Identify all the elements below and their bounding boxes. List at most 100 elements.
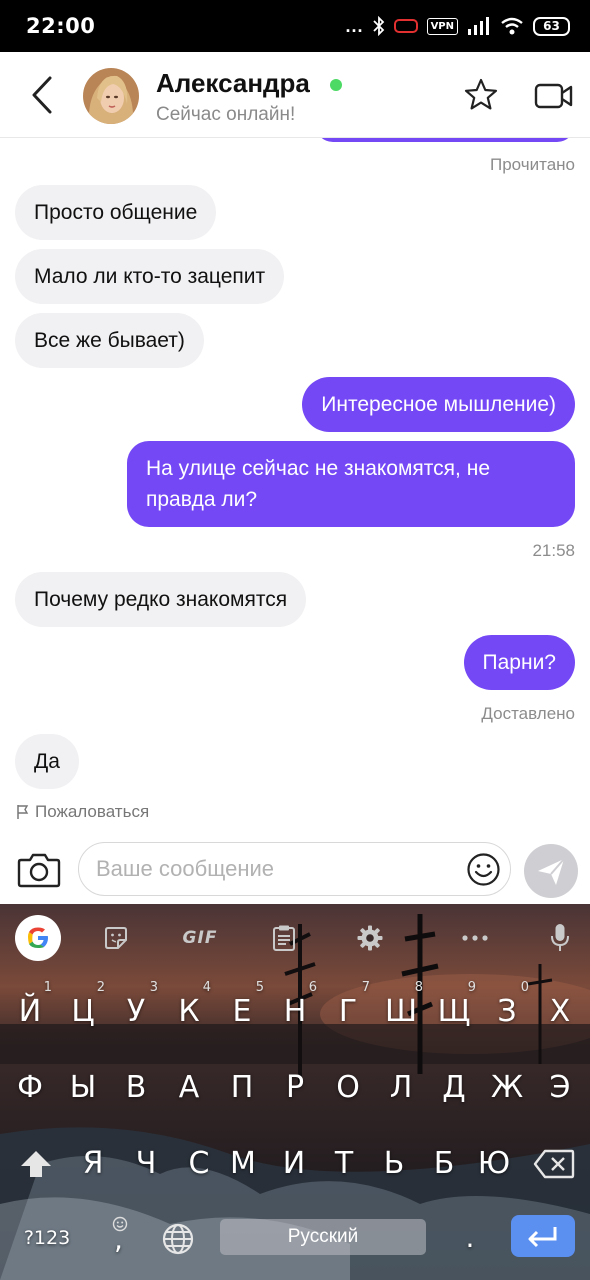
contact-name[interactable]: Александра [156,68,310,99]
key[interactable]: Т [318,1134,370,1194]
key-hint: 8 [414,980,423,995]
key[interactable]: Ш8 [375,980,427,1042]
key[interactable]: П [216,1058,268,1118]
key-hint: 0 [520,980,529,995]
settings-button[interactable] [350,918,390,958]
key-label: У [126,994,146,1029]
key[interactable]: Ю [468,1134,520,1194]
key-hint: 3 [149,980,158,995]
key[interactable]: Щ9 [428,980,480,1042]
report-link[interactable]: Пожаловаться [16,802,149,822]
back-button[interactable] [22,70,62,120]
key[interactable]: Е5 [216,980,268,1042]
key[interactable]: Й1 [4,980,56,1042]
screen-record-icon [393,19,418,33]
key[interactable]: Г7 [322,980,374,1042]
send-button[interactable] [524,844,578,898]
key-label: Щ [437,994,471,1029]
message-input[interactable] [96,843,456,894]
key[interactable]: Б [418,1134,470,1194]
key[interactable]: З0 [481,980,533,1042]
key[interactable]: Ч [120,1134,172,1194]
notification-dots: ... [345,16,364,36]
key[interactable]: Э [534,1058,586,1118]
key[interactable]: Р [269,1058,321,1118]
avatar[interactable] [83,68,139,124]
symbols-key[interactable]: ?123 [16,1224,78,1252]
backspace-key[interactable] [528,1134,580,1194]
key[interactable]: А [163,1058,215,1118]
key-hint: 6 [308,980,317,995]
key-label: Г [338,994,358,1029]
star-icon [464,78,498,110]
key[interactable]: Л [375,1058,427,1118]
previous-outgoing-message [315,138,575,142]
incoming-message[interactable]: Да [15,734,79,789]
favorite-button[interactable] [462,76,500,114]
key[interactable]: М [217,1134,269,1194]
incoming-message[interactable]: Почему редко знакомятся [15,572,307,627]
gif-button[interactable]: GIF [178,918,222,958]
key[interactable]: Ф [4,1058,56,1118]
emoji-icon [467,853,500,886]
vpn-icon: VPN [426,17,458,35]
enter-key[interactable] [511,1215,575,1257]
key[interactable]: Н6 [269,980,321,1042]
gif-label: GIF [182,928,218,948]
key[interactable]: У3 [110,980,162,1042]
key[interactable]: И [268,1134,320,1194]
flag-icon [17,805,29,819]
incoming-message[interactable]: Все же бывает) [15,313,204,368]
battery-icon: 63 [533,16,570,36]
delivery-status: Доставлено [481,704,575,723]
message-list[interactable]: Прочитано Просто общение Мало ли кто-то … [0,138,590,900]
key[interactable]: Ж [481,1058,533,1118]
emoji-button[interactable] [466,852,501,887]
period-key[interactable]: . [455,1224,485,1252]
key[interactable]: К4 [163,980,215,1042]
key[interactable]: В [110,1058,162,1118]
avatar-image [83,68,139,124]
comma-key[interactable]: , [100,1212,140,1258]
key[interactable]: Х [534,982,586,1042]
key[interactable]: Ц2 [57,980,109,1042]
outgoing-message[interactable]: Интересное мышление) [302,377,575,432]
key-hint: 9 [467,980,476,995]
outgoing-message[interactable]: Парни? [463,635,575,690]
key[interactable]: Я [67,1134,119,1194]
key[interactable]: Ы [57,1058,109,1118]
more-button[interactable] [455,918,495,958]
shift-key[interactable] [10,1134,62,1194]
key-hint: 4 [202,980,211,995]
key[interactable]: Ь [368,1134,420,1194]
send-icon [538,858,565,885]
incoming-message[interactable]: Просто общение [15,185,217,240]
voice-input-button[interactable] [540,918,580,958]
outgoing-message[interactable]: На улице сейчас не знакомятся, не правда… [127,441,575,527]
clipboard-button[interactable] [264,918,304,958]
key[interactable]: О [322,1058,374,1118]
status-time: 22:00 [26,14,96,38]
incoming-message[interactable]: Мало ли кто-то зацепит [15,249,285,304]
key-label: Х [549,994,571,1029]
key[interactable]: Д [428,1058,480,1118]
bluetooth-icon [372,16,384,36]
backspace-icon [533,1149,575,1179]
camera-icon [17,853,61,888]
language-key[interactable] [160,1222,196,1258]
contact-status: Сейчас онлайн! [156,104,296,125]
sticker-button[interactable] [96,918,136,958]
google-button[interactable] [15,915,61,961]
key-label: Й [18,994,42,1029]
read-receipt: Прочитано [490,155,575,174]
video-call-button[interactable] [534,80,574,112]
shift-icon [21,1151,51,1177]
key-label: Ш [384,994,418,1029]
space-key[interactable]: Русский [220,1219,426,1255]
message-time: 21:58 [532,541,575,560]
report-label: Пожаловаться [35,802,150,821]
key-label: К [178,994,200,1029]
key-label: Е [232,994,252,1029]
camera-button[interactable] [15,846,63,894]
key-label: Ц [71,994,95,1029]
